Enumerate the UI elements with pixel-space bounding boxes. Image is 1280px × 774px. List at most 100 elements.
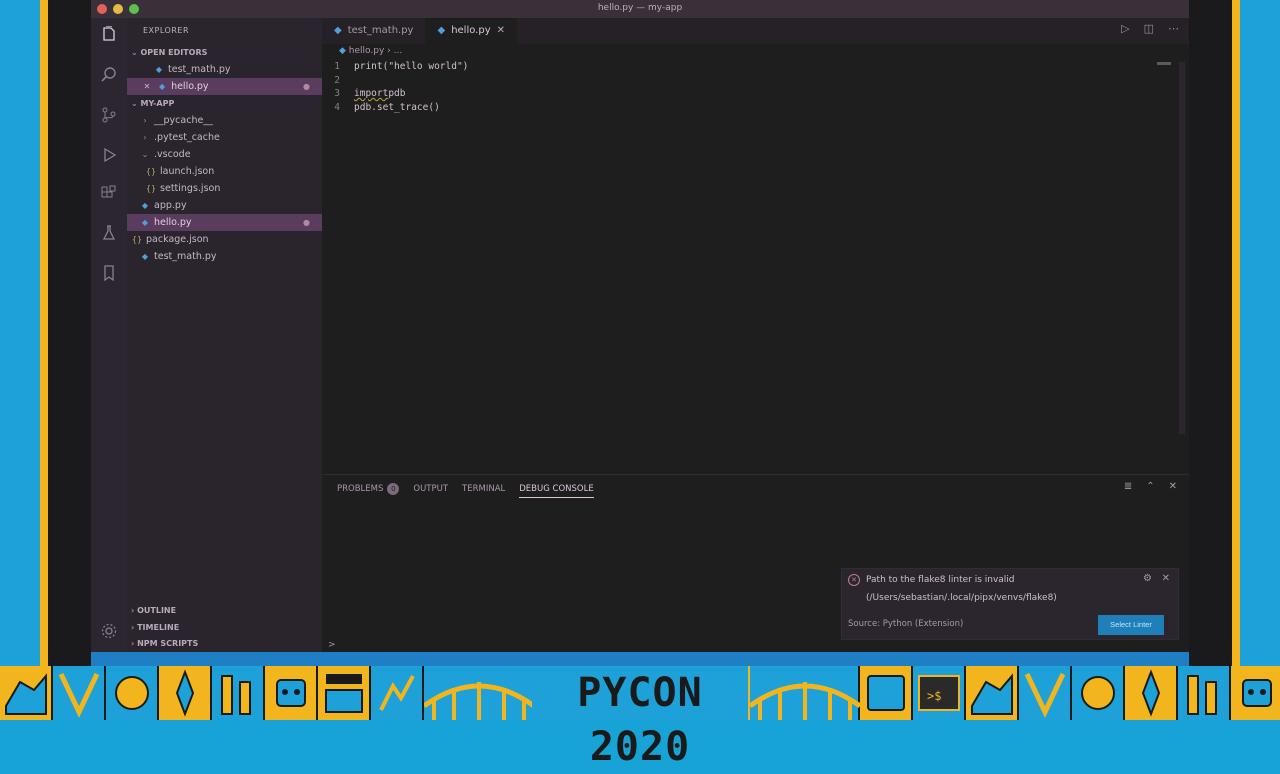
clear-console-icon[interactable]: ≣ [1124, 481, 1132, 492]
banner-tile [0, 666, 53, 720]
gear-icon[interactable]: ⚙ [1143, 573, 1152, 584]
tree-item-label: .pytest_cache [154, 132, 220, 143]
tree-folder[interactable]: › __pycache__ [127, 112, 322, 129]
tab-label: test_math.py [347, 25, 414, 36]
tab-debug-console[interactable]: DEBUG CONSOLE [519, 483, 594, 498]
editor-scrollbar[interactable] [1179, 62, 1185, 434]
outline-label: OUTLINE [137, 606, 177, 615]
pycon-logo: PYCON 2020 [532, 666, 748, 770]
open-editors-section[interactable]: ⌄ OPEN EDITORS [127, 44, 322, 61]
python-file-icon: ◆ [339, 46, 346, 56]
source-control-icon[interactable] [99, 106, 119, 126]
right-blue-border [1240, 0, 1280, 666]
status-bar [91, 652, 1189, 666]
minimap[interactable] [1157, 62, 1171, 65]
tree-item-label: package.json [146, 234, 209, 245]
tree-folder[interactable]: ⌄ .vscode [127, 146, 322, 163]
tab-hello[interactable]: ◆ hello.py ✕ [425, 18, 518, 44]
chevron-down-icon: ⌄ [131, 48, 138, 57]
tree-file[interactable]: ◆ hello.py ● [127, 214, 322, 231]
close-tab-icon[interactable]: ✕ [497, 18, 505, 44]
tree-file[interactable]: {} package.json [127, 231, 322, 248]
tab-terminal[interactable]: TERMINAL [462, 483, 505, 498]
tree-item-label: test_math.py [154, 251, 217, 262]
banner-tile [106, 666, 159, 720]
chevron-right-icon: › [143, 133, 147, 142]
select-linter-button[interactable]: Select Linter [1098, 615, 1164, 635]
line-number: 4 [334, 101, 340, 113]
breadcrumb-separator-icon: › [387, 46, 391, 56]
json-file-icon: {} [131, 235, 143, 244]
tree-item-label: app.py [154, 200, 187, 211]
banner-tile [371, 666, 424, 720]
tab-label: PROBLEMS [337, 484, 384, 494]
npm-scripts-section[interactable]: › NPM SCRIPTS [127, 635, 322, 652]
tab-label: hello.py [451, 25, 491, 36]
python-file-icon: ◆ [158, 82, 166, 91]
line-number: 2 [334, 74, 340, 86]
activity-bar [91, 18, 127, 652]
code-line: 4 pdb.set_trace() [322, 101, 1169, 115]
testing-icon[interactable] [99, 224, 119, 244]
console-prompt[interactable]: > [328, 640, 336, 650]
banner-tile [1231, 666, 1280, 720]
npm-scripts-label: NPM SCRIPTS [137, 639, 199, 648]
left-blue-border [0, 0, 40, 666]
right-yellow-border [1232, 0, 1240, 666]
tab-problems[interactable]: PROBLEMS 0 [337, 483, 400, 498]
timeline-section[interactable]: › TIMELINE [127, 619, 322, 636]
close-panel-icon[interactable]: ✕ [1169, 481, 1177, 492]
banner-tile [748, 666, 862, 720]
open-editors-label: OPEN EDITORS [140, 48, 208, 57]
tree-file[interactable]: ◆ app.py [127, 197, 322, 214]
panel-tabs: PROBLEMS 0 OUTPUT TERMINAL DEBUG CONSOLE [337, 483, 594, 498]
gear-icon[interactable] [99, 622, 119, 642]
modified-dot-icon: ● [303, 218, 310, 227]
run-debug-icon[interactable] [99, 146, 119, 166]
screen: hello.py — my-app EXPLORER ⌄ OPEN EDITOR… [0, 0, 1280, 770]
run-file-icon[interactable]: ▷ [1121, 22, 1129, 35]
breadcrumb-more[interactable]: ... [394, 46, 403, 56]
breadcrumb-file[interactable]: hello.py [349, 46, 385, 56]
chevron-right-icon: › [143, 116, 147, 125]
code-text: pdb [388, 88, 406, 99]
title-bar: hello.py — my-app [91, 0, 1189, 18]
python-file-icon: ◆ [141, 218, 149, 227]
python-file-icon: ◆ [141, 201, 149, 210]
python-file-icon: ◆ [141, 252, 149, 261]
tab-output[interactable]: OUTPUT [413, 483, 448, 498]
search-icon[interactable] [99, 66, 119, 86]
tree-item-label: __pycache__ [154, 115, 213, 126]
python-file-icon: ◆ [334, 25, 342, 36]
timeline-label: TIMELINE [137, 623, 180, 632]
tree-file[interactable]: {} settings.json [127, 180, 322, 197]
banner-tile [318, 666, 371, 720]
outline-section[interactable]: › OUTLINE [127, 602, 322, 619]
extensions-icon[interactable] [99, 184, 119, 204]
code-line: 3 import pdb [322, 87, 1169, 101]
open-editor-item[interactable]: ◆ test_math.py [127, 61, 322, 78]
left-dark-gap [48, 0, 91, 666]
code-editor[interactable]: 1 print("hello world") 2 3 import pdb 4 … [322, 60, 1169, 114]
tree-file[interactable]: {} launch.json [127, 163, 322, 180]
notification-path: (/Users/sebastian/.local/pipx/venvs/flak… [866, 593, 1057, 603]
close-icon[interactable]: ✕ [141, 78, 153, 95]
tree-item-label: .vscode [154, 149, 191, 160]
maximize-panel-icon[interactable]: ⌃ [1146, 481, 1154, 492]
tab-test-math[interactable]: ◆ test_math.py [322, 18, 425, 44]
open-editor-item[interactable]: ✕ ◆ hello.py ● [127, 78, 322, 95]
project-section[interactable]: ⌄ MY-APP [127, 95, 322, 112]
panel-actions: ≣ ⌃ ✕ [1124, 481, 1177, 492]
more-actions-icon[interactable]: ⋯ [1168, 22, 1179, 35]
tree-folder[interactable]: › .pytest_cache [127, 129, 322, 146]
code-text: pdb.set_trace() [354, 101, 440, 113]
tree-file[interactable]: ◆ test_math.py [127, 248, 322, 265]
split-editor-icon[interactable]: ◫ [1144, 22, 1154, 35]
open-editor-label: hello.py [171, 81, 209, 92]
close-icon[interactable]: ✕ [1162, 573, 1170, 584]
files-icon[interactable] [99, 25, 119, 46]
banner-tile [966, 666, 1019, 720]
banner-tile [1072, 666, 1125, 720]
banner-tile [212, 666, 265, 720]
bookmark-icon[interactable] [99, 264, 119, 284]
